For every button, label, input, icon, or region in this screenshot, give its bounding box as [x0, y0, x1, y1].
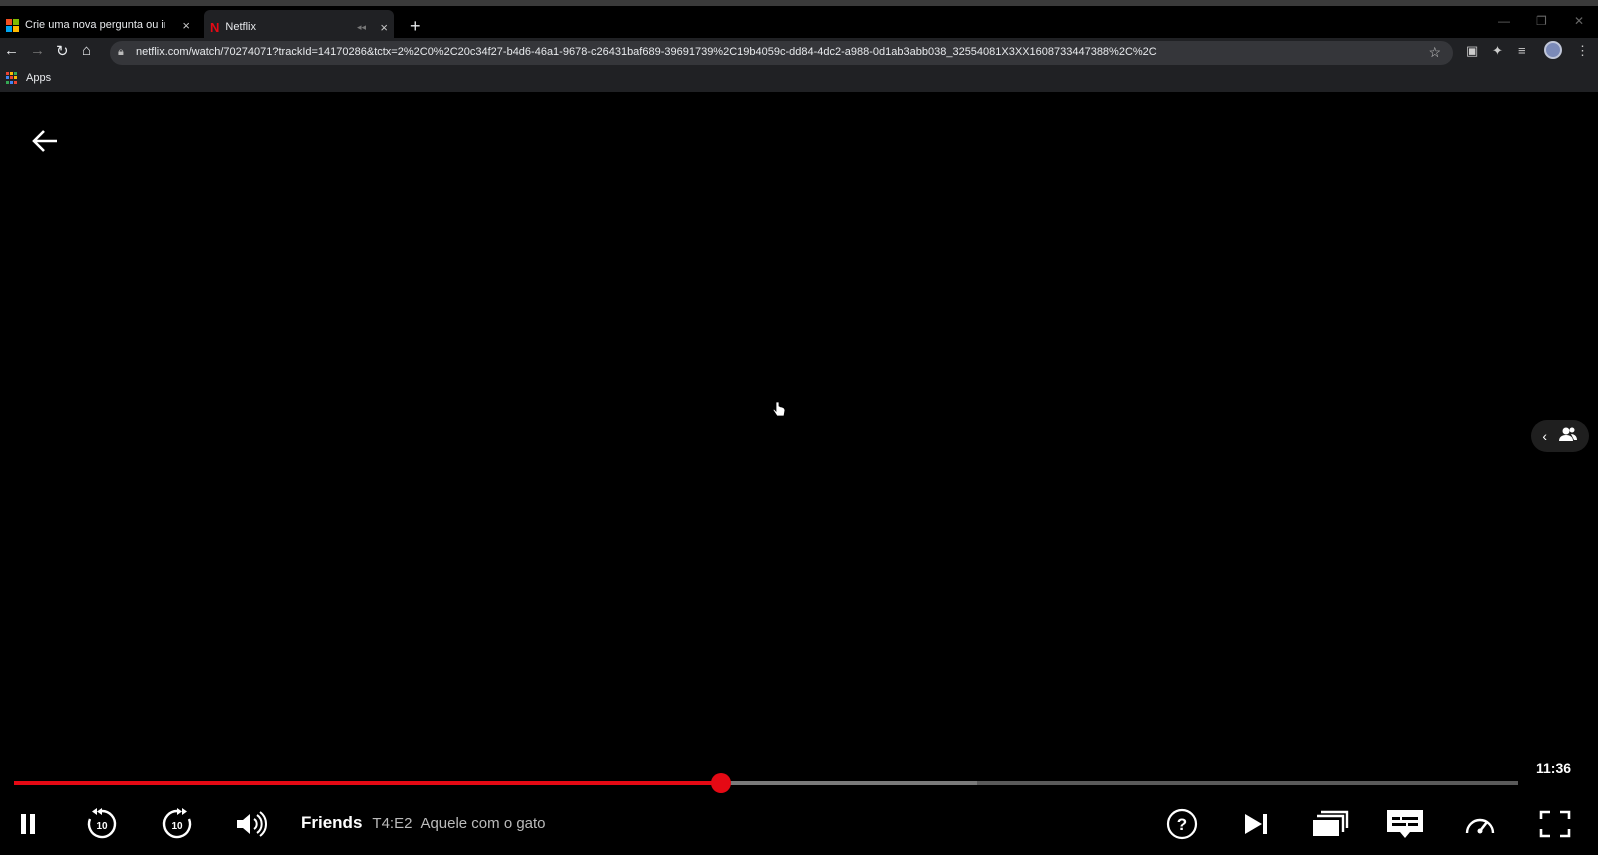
tab-microsoft[interactable]: Crie uma nova pergunta ou inicie × [6, 12, 196, 38]
address-bar[interactable]: 🔒︎ netflix.com/watch/70274071?trackId=14… [110, 41, 1453, 65]
speedometer-icon [1464, 811, 1496, 842]
apps-shortcut[interactable]: Apps [6, 72, 51, 84]
more-menu-icon[interactable]: ⋮ [1576, 43, 1589, 59]
forward-10-icon: 10 [160, 807, 194, 846]
chevron-left-icon: ‹ [1542, 428, 1547, 444]
svg-text:?: ? [1177, 815, 1187, 834]
playback-speed-button[interactable] [1460, 806, 1500, 846]
scrubber-handle[interactable] [710, 773, 731, 793]
pause-button[interactable] [8, 806, 48, 846]
apps-label: Apps [26, 72, 52, 84]
media-controls-icon[interactable]: ≡ [1518, 43, 1526, 58]
url-text: netflix.com/watch/70274071?trackId=14170… [136, 46, 1157, 58]
lock-icon: 🔒︎ [118, 46, 124, 58]
pause-icon [19, 813, 37, 840]
restore-icon[interactable]: ❐ [1536, 14, 1547, 28]
audio-icon[interactable]: ◂◂ [357, 22, 366, 33]
extension-icon[interactable]: ▣ [1466, 43, 1478, 59]
svg-text:10: 10 [96, 821, 108, 832]
episodes-stack-icon [1311, 810, 1349, 843]
volume-icon [235, 810, 267, 842]
bookmark-star-icon[interactable]: ☆ [1428, 44, 1441, 61]
played-bar [14, 781, 721, 785]
episode-number: T4:E2 [372, 815, 413, 832]
close-window-icon[interactable]: ✕ [1574, 14, 1584, 28]
next-episode-icon [1242, 812, 1270, 841]
home-icon[interactable]: ⌂ [82, 42, 91, 59]
microsoft-icon [6, 18, 19, 32]
close-tab-button[interactable]: × [182, 18, 190, 33]
next-episode-button[interactable] [1236, 806, 1276, 846]
subtitles-icon [1386, 809, 1424, 844]
fullscreen-icon [1539, 810, 1571, 843]
new-tab-button[interactable]: + [410, 16, 421, 37]
back-nav-icon[interactable]: ← [4, 42, 19, 59]
forward-10-button[interactable]: 10 [157, 806, 197, 846]
profile-avatar[interactable] [1544, 41, 1562, 59]
svg-text:10: 10 [171, 821, 183, 832]
reload-icon[interactable]: ↻ [56, 42, 69, 60]
episodes-button[interactable] [1310, 806, 1350, 846]
episode-info: Friends T4:E2 Aquele com o gato [301, 813, 546, 833]
rewind-10-icon: 10 [85, 807, 119, 846]
browser-chrome: Crie uma nova pergunta ou inicie × N Net… [0, 0, 1598, 92]
help-icon: ? [1166, 808, 1198, 845]
show-title: Friends [301, 813, 363, 832]
close-tab-button[interactable]: × [380, 20, 388, 35]
apps-grid-icon [6, 72, 18, 84]
episode-title: Aquele com o gato [420, 815, 546, 832]
people-icon [1558, 426, 1578, 447]
tab-title: Netflix [225, 21, 256, 33]
volume-button[interactable] [231, 806, 271, 846]
subtitles-button[interactable] [1385, 806, 1425, 846]
netflix-icon: N [210, 19, 220, 35]
bookmarks-bar: Apps [0, 68, 1598, 92]
forward-nav-icon[interactable]: → [30, 42, 45, 59]
rewind-10-button[interactable]: 10 [82, 806, 122, 846]
progress-bar[interactable] [14, 773, 1518, 793]
puzzle-extensions-icon[interactable]: ✦ [1492, 43, 1503, 59]
time-remaining: 11:36 [1536, 760, 1572, 776]
tab-title: Crie uma nova pergunta ou inicie [25, 19, 165, 31]
hand-cursor-icon [772, 401, 786, 424]
help-button[interactable]: ? [1162, 806, 1202, 846]
video-player[interactable]: ‹ 11:36 10 10 Friends T4:E2 Aquele com o… [0, 92, 1598, 855]
tab-strip: Crie uma nova pergunta ou inicie × N Net… [0, 0, 1598, 44]
back-arrow-icon[interactable] [30, 126, 60, 161]
minimize-icon[interactable]: — [1498, 14, 1510, 28]
side-panel-toggle[interactable]: ‹ [1531, 420, 1589, 452]
fullscreen-button[interactable] [1535, 806, 1575, 846]
browser-toolbar: ← → ↻ ⌂ 🔒︎ netflix.com/watch/70274071?tr… [0, 38, 1598, 68]
